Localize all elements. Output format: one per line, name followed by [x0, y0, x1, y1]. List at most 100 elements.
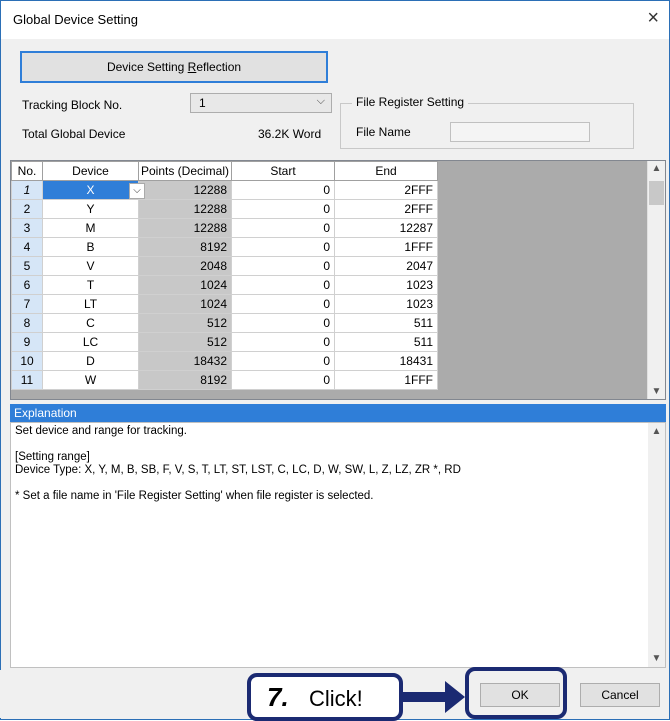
table-row[interactable]: 10 D 18432 0 18431	[11, 351, 438, 371]
file-name-label: File Name	[356, 125, 411, 139]
table-row[interactable]: 8 C 512 0 511	[11, 313, 438, 333]
reflection-label-post: eflection	[196, 60, 242, 74]
scroll-down-icon[interactable]: ▼	[648, 652, 665, 665]
device-cell[interactable]: D	[42, 351, 139, 371]
window-title: Global Device Setting	[13, 12, 139, 27]
points-cell[interactable]: 12288	[138, 218, 232, 238]
title-bar: Global Device Setting ×	[1, 1, 669, 39]
start-cell[interactable]: 0	[231, 180, 335, 200]
end-cell[interactable]: 511	[334, 313, 438, 333]
end-cell[interactable]: 2FFF	[334, 199, 438, 219]
points-cell[interactable]: 12288	[138, 199, 232, 219]
header-points: Points (Decimal)	[138, 161, 232, 181]
start-cell[interactable]: 0	[231, 275, 335, 295]
scroll-down-icon[interactable]: ▼	[648, 386, 665, 397]
chevron-down-icon[interactable]: ⌵	[129, 183, 145, 199]
table-row[interactable]: 3 M 12288 0 12287	[11, 218, 438, 238]
row-number[interactable]: 5	[11, 256, 43, 276]
row-number[interactable]: 3	[11, 218, 43, 238]
file-name-field[interactable]	[450, 122, 590, 142]
device-cell[interactable]: Y	[42, 199, 139, 219]
arrow-right-icon	[445, 681, 465, 713]
device-table: No. Device Points (Decimal) Start End 1X…	[11, 161, 438, 390]
tracking-block-value: 1	[199, 96, 206, 110]
points-cell[interactable]: 512	[138, 313, 232, 333]
end-cell[interactable]: 511	[334, 332, 438, 352]
device-cell[interactable]: M	[42, 218, 139, 238]
device-cell[interactable]: X	[42, 180, 139, 200]
row-number[interactable]: 2	[11, 199, 43, 219]
start-cell[interactable]: 0	[231, 218, 335, 238]
device-cell[interactable]: LC	[42, 332, 139, 352]
table-row[interactable]: 6 T 1024 0 1023	[11, 275, 438, 295]
row-number[interactable]: 9	[11, 332, 43, 352]
tracking-block-select[interactable]: 1 ⌵	[190, 93, 332, 113]
device-cell[interactable]: C	[42, 313, 139, 333]
device-setting-reflection-button[interactable]: Device Setting Reflection	[20, 51, 328, 83]
points-cell[interactable]: 8192	[138, 237, 232, 257]
explanation-line: Set device and range for tracking.	[15, 425, 187, 437]
file-register-group-title: File Register Setting	[352, 95, 469, 109]
row-number[interactable]: 1	[11, 180, 43, 200]
explanation-scrollbar[interactable]: ▲ ▼	[648, 423, 665, 667]
points-cell[interactable]: 8192	[138, 370, 232, 390]
scroll-thumb[interactable]	[649, 181, 664, 205]
device-cell[interactable]: W	[42, 370, 139, 390]
tracking-block-label: Tracking Block No.	[22, 98, 123, 112]
row-number[interactable]: 10	[11, 351, 43, 371]
start-cell[interactable]: 0	[231, 294, 335, 314]
points-cell[interactable]: 1024	[138, 275, 232, 295]
start-cell[interactable]: 0	[231, 332, 335, 352]
scroll-up-icon[interactable]: ▲	[648, 163, 665, 174]
row-number[interactable]: 6	[11, 275, 43, 295]
table-row[interactable]: 11 W 8192 0 1FFF	[11, 370, 438, 390]
callout-text: Click!	[309, 686, 363, 711]
start-cell[interactable]: 0	[231, 370, 335, 390]
explanation-line: [Setting range]	[15, 451, 90, 463]
table-row[interactable]: 9 LC 512 0 511	[11, 332, 438, 352]
start-cell[interactable]: 0	[231, 313, 335, 333]
cancel-button[interactable]: Cancel	[580, 683, 660, 707]
points-cell[interactable]: 12288	[138, 180, 232, 200]
step-callout: 7. Click!	[247, 673, 403, 721]
points-cell[interactable]: 2048	[138, 256, 232, 276]
row-number[interactable]: 7	[11, 294, 43, 314]
scroll-up-icon[interactable]: ▲	[648, 425, 665, 438]
explanation-header: Explanation	[10, 404, 666, 422]
ok-highlight-frame	[465, 667, 567, 719]
device-cell[interactable]: V	[42, 256, 139, 276]
start-cell[interactable]: 0	[231, 351, 335, 371]
device-cell[interactable]: T	[42, 275, 139, 295]
callout-step-number: 7.	[267, 682, 289, 712]
close-icon[interactable]: ×	[647, 7, 659, 30]
points-cell[interactable]: 18432	[138, 351, 232, 371]
row-number[interactable]: 8	[11, 313, 43, 333]
end-cell[interactable]: 2FFF	[334, 180, 438, 200]
row-number[interactable]: 11	[11, 370, 43, 390]
start-cell[interactable]: 0	[231, 237, 335, 257]
table-row[interactable]: 2 Y 12288 0 2FFF	[11, 199, 438, 219]
end-cell[interactable]: 12287	[334, 218, 438, 238]
table-row[interactable]: 1 X 12288 0 2FFF	[11, 180, 438, 200]
table-row[interactable]: 4 B 8192 0 1FFF	[11, 237, 438, 257]
table-row[interactable]: 5 V 2048 0 2047	[11, 256, 438, 276]
explanation-line: Device Type: X, Y, M, B, SB, F, V, S, T,…	[15, 464, 461, 476]
points-cell[interactable]: 512	[138, 332, 232, 352]
table-row[interactable]: 7 LT 1024 0 1023	[11, 294, 438, 314]
end-cell[interactable]: 1FFF	[334, 370, 438, 390]
start-cell[interactable]: 0	[231, 256, 335, 276]
end-cell[interactable]: 1FFF	[334, 237, 438, 257]
end-cell[interactable]: 1023	[334, 294, 438, 314]
device-cell[interactable]: B	[42, 237, 139, 257]
end-cell[interactable]: 18431	[334, 351, 438, 371]
header-end: End	[334, 161, 438, 181]
start-cell[interactable]: 0	[231, 199, 335, 219]
end-cell[interactable]: 2047	[334, 256, 438, 276]
points-cell[interactable]: 1024	[138, 294, 232, 314]
row-number[interactable]: 4	[11, 237, 43, 257]
table-scrollbar[interactable]: ▲ ▼	[647, 161, 665, 399]
device-cell[interactable]: LT	[42, 294, 139, 314]
end-cell[interactable]: 1023	[334, 275, 438, 295]
total-global-device-label: Total Global Device	[22, 127, 126, 141]
chevron-down-icon: ⌵	[316, 95, 325, 107]
